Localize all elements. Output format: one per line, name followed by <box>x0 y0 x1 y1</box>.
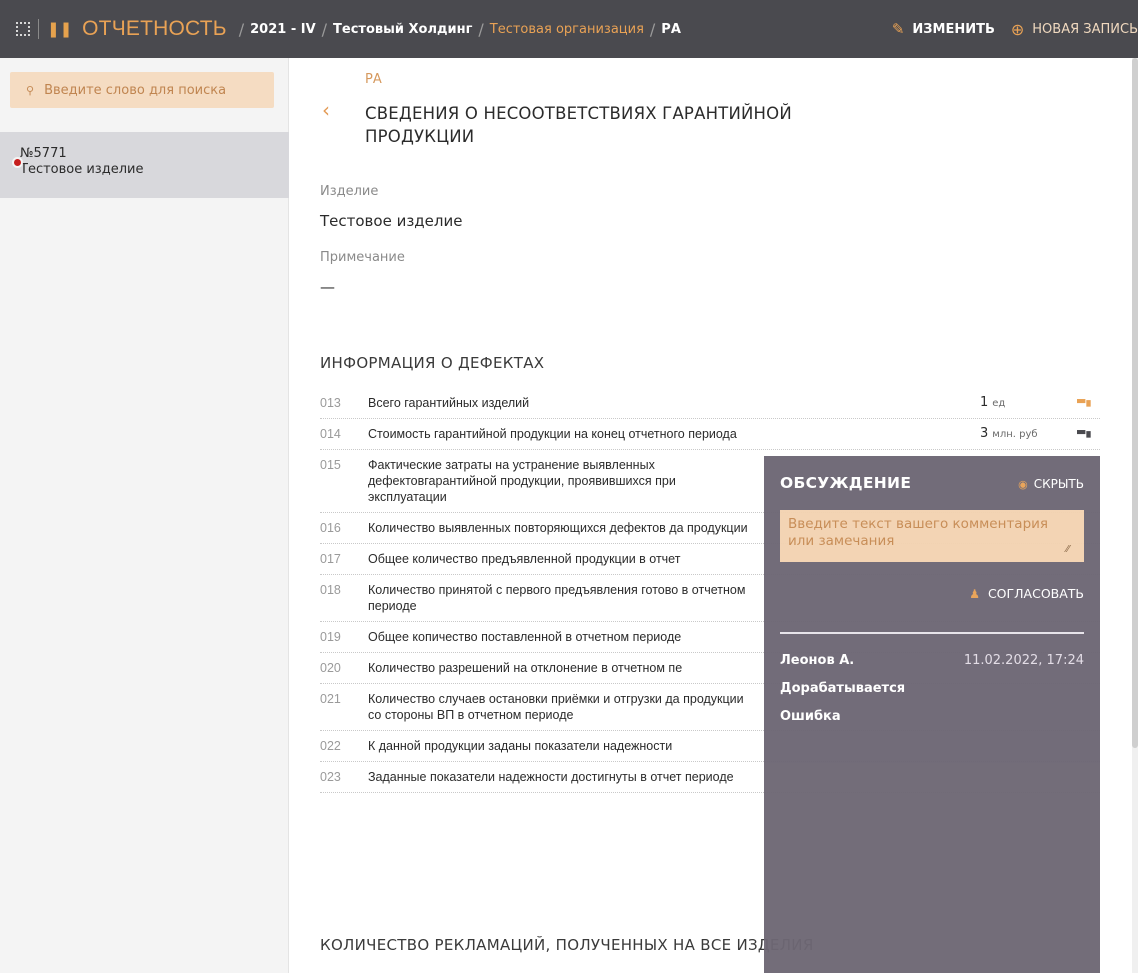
field-label-note: Примечание <box>320 250 405 265</box>
field-value-product: Тестовое изделие <box>320 212 463 230</box>
list-item[interactable]: №5771 Тестовое изделие <box>0 132 289 198</box>
panel-title: ОБСУЖДЕНИЕ <box>780 474 912 492</box>
edit-button[interactable]: ✎ ИЗМЕНИТЬ <box>892 20 995 38</box>
section-title-defects: ИНФОРМАЦИЯ О ДЕФЕКТАХ <box>320 354 545 372</box>
edit-label: ИЗМЕНИТЬ <box>912 21 995 37</box>
back-chevron-icon[interactable]: ‹ <box>322 98 330 122</box>
row-text: К данной продукции заданы показатели над… <box>368 739 673 753</box>
error-indicator-icon <box>12 157 23 168</box>
row-text: Стоимость гарантийной продукции на конец… <box>368 427 737 441</box>
row-code: 020 <box>320 661 341 675</box>
comment-icon[interactable]: ▬▖ <box>1076 425 1095 438</box>
form-subtitle: РА <box>365 72 382 87</box>
hide-label: СКРЫТЬ <box>1033 477 1084 491</box>
row-code: 019 <box>320 630 341 644</box>
discussion-panel: ОБСУЖДЕНИЕ ◉ СКРЫТЬ ⁄⁄ ♟ СОГЛАСОВАТЬ Лео… <box>764 456 1100 973</box>
row-text: Количество выявленных повторяющихся дефе… <box>368 521 748 535</box>
row-code: 023 <box>320 770 341 784</box>
approve-button[interactable]: ♟ СОГЛАСОВАТЬ <box>969 586 1084 601</box>
row-value: 1 ед <box>980 395 1006 410</box>
row-code: 014 <box>320 427 341 441</box>
resize-handle-icon[interactable]: ⁄⁄ <box>1066 544 1069 555</box>
hide-button[interactable]: ◉ СКРЫТЬ <box>1018 477 1084 491</box>
page-title: СВЕДЕНИЯ О НЕСООТВЕТСТВИЯХ ГАРАНТИЙНОЙ П… <box>365 104 792 146</box>
breadcrumb-organization[interactable]: Тестовая организация <box>490 22 644 37</box>
table-row: 013 Всего гарантийных изделий 1 ед ▬▖ <box>320 388 1100 419</box>
row-code: 015 <box>320 458 341 472</box>
row-text: Всего гарантийных изделий <box>368 396 530 410</box>
eye-hidden-icon: ◉ <box>1018 477 1028 491</box>
item-name: Тестовое изделие <box>20 162 144 177</box>
row-code: 022 <box>320 739 341 753</box>
item-number: №5771 <box>20 146 67 161</box>
field-label-product: Изделие <box>320 184 379 199</box>
row-code: 017 <box>320 552 341 566</box>
row-text: Количество разрешений на отклонение в от… <box>368 661 683 675</box>
comment-text: Ошибка <box>780 709 841 724</box>
comment-input[interactable] <box>780 510 1084 562</box>
row-text: Общее копичество поставленной в отчетном… <box>368 630 682 644</box>
divider <box>38 19 39 39</box>
row-text: Фактические затраты на устранение выявле… <box>368 458 676 504</box>
search-box[interactable]: ⚲ <box>10 72 274 108</box>
comment-icon[interactable]: ▬▖ <box>1076 394 1095 407</box>
row-value: 3 млн. руб <box>980 426 1038 441</box>
divider <box>780 632 1084 634</box>
row-code: 016 <box>320 521 341 535</box>
sidebar: ⚲ №5771 Тестовое изделие <box>0 58 289 973</box>
app-title[interactable]: ОТЧЕТНОСТЬ <box>82 17 227 41</box>
top-bar: ❚❚ ОТЧЕТНОСТЬ / 2021 - IV / Тестовый Хол… <box>0 0 1138 58</box>
comment-author: Леонов А. <box>780 653 855 668</box>
user-check-icon: ♟ <box>969 586 980 601</box>
expand-icon[interactable] <box>16 22 30 36</box>
breadcrumb-period[interactable]: 2021 - IV <box>250 22 316 37</box>
pencil-icon: ✎ <box>891 20 905 38</box>
row-code: 013 <box>320 396 341 410</box>
row-text: Заданные показатели надежности достигнут… <box>368 770 734 784</box>
new-record-label: НОВАЯ ЗАПИСЬ <box>1032 21 1138 37</box>
row-text: Количество принятой с первого предъявлен… <box>368 583 746 613</box>
comment-status: Дорабатывается <box>780 681 906 696</box>
approve-label: СОГЛАСОВАТЬ <box>987 586 1084 601</box>
breadcrumb-current: РА <box>661 21 681 37</box>
table-row: 014 Стоимость гарантийной продукции на к… <box>320 419 1100 450</box>
toolbar-actions: ✎ ИЗМЕНИТЬ ⊕ НОВАЯ ЗАПИСЬ <box>876 0 1138 58</box>
search-input[interactable] <box>44 82 265 98</box>
breadcrumb-holding[interactable]: Тестовый Холдинг <box>333 22 472 37</box>
field-value-note: — <box>320 278 335 296</box>
comment-date: 11.02.2022, 17:24 <box>963 653 1084 668</box>
scrollbar-thumb[interactable] <box>1132 58 1138 748</box>
plus-circle-icon: ⊕ <box>1010 19 1025 39</box>
row-text: Количество случаев остановки приёмки и о… <box>368 692 744 722</box>
row-text: Общее количество предъявленной продукции… <box>368 552 681 566</box>
row-code: 021 <box>320 692 341 706</box>
scrollbar[interactable] <box>1132 58 1138 973</box>
reports-icon[interactable]: ❚❚ <box>47 20 72 38</box>
new-record-button[interactable]: ⊕ НОВАЯ ЗАПИСЬ <box>1011 20 1138 39</box>
search-icon: ⚲ <box>26 83 35 97</box>
row-code: 018 <box>320 583 341 597</box>
